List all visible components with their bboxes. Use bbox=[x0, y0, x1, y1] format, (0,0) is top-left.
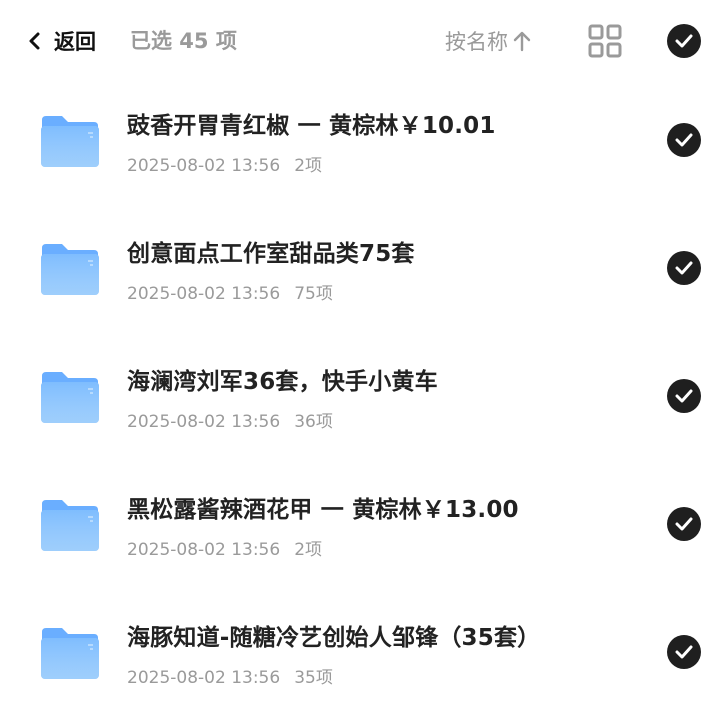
folder-name: 海澜湾刘军36套，快手小黄车 bbox=[127, 369, 438, 395]
back-button[interactable]: 返回 bbox=[28, 24, 96, 58]
folder-row[interactable]: 创意面点工作室甜品类75套 2025-08-02 13:56 75项 bbox=[0, 210, 712, 338]
folder-meta: 2025-08-02 13:56 2项 bbox=[127, 151, 322, 176]
checkmark-icon bbox=[675, 645, 693, 659]
folder-item-count: 35项 bbox=[294, 668, 333, 688]
folder-row[interactable]: 海澜湾刘军36套，快手小黄车 2025-08-02 13:56 36项 bbox=[0, 338, 712, 466]
row-select-check[interactable] bbox=[667, 251, 701, 285]
folder-name: 海豚知道-随糖冷艺创始人邹锋（35套） bbox=[127, 625, 541, 651]
folder-name: 黑松露酱辣酒花甲 一 黄棕林￥13.00 bbox=[127, 497, 519, 523]
folder-date: 2025-08-02 13:56 bbox=[127, 156, 281, 176]
chevron-left-icon bbox=[29, 32, 40, 50]
checkmark-icon bbox=[675, 517, 693, 531]
row-select-check[interactable] bbox=[667, 123, 701, 157]
folder-icon bbox=[41, 116, 99, 167]
folder-icon bbox=[41, 628, 99, 679]
folder-row[interactable]: 黑松露酱辣酒花甲 一 黄棕林￥13.00 2025-08-02 13:56 2项 bbox=[0, 466, 712, 594]
checkmark-icon bbox=[675, 389, 693, 403]
selected-count: 已选 45 项 bbox=[130, 29, 237, 53]
sort-by-name-button[interactable]: 按名称 bbox=[445, 24, 532, 58]
folder-meta: 2025-08-02 13:56 35项 bbox=[127, 663, 333, 688]
folder-item-count: 36项 bbox=[294, 412, 333, 432]
folder-date: 2025-08-02 13:56 bbox=[127, 412, 281, 432]
folder-name: 创意面点工作室甜品类75套 bbox=[127, 241, 415, 267]
folder-row[interactable]: 海豚知道-随糖冷艺创始人邹锋（35套） 2025-08-02 13:56 35项 bbox=[0, 594, 712, 722]
folder-row[interactable]: 豉香开胃青红椒 一 黄棕林￥10.01 2025-08-02 13:56 2项 bbox=[0, 82, 712, 210]
folder-icon bbox=[41, 500, 99, 551]
folder-date: 2025-08-02 13:56 bbox=[127, 284, 281, 304]
folder-meta: 2025-08-02 13:56 2项 bbox=[127, 535, 322, 560]
folder-meta: 2025-08-02 13:56 36项 bbox=[127, 407, 333, 432]
folder-meta: 2025-08-02 13:56 75项 bbox=[127, 279, 333, 304]
row-select-check[interactable] bbox=[667, 507, 701, 541]
folder-item-count: 2项 bbox=[294, 156, 323, 176]
folder-date: 2025-08-02 13:56 bbox=[127, 540, 281, 560]
folder-item-count: 75项 bbox=[294, 284, 333, 304]
top-bar: 返回 已选 45 项 按名称 bbox=[0, 0, 712, 82]
checkmark-icon bbox=[675, 261, 693, 275]
checkmark-icon bbox=[675, 34, 693, 48]
select-all-check[interactable] bbox=[667, 24, 701, 58]
checkmark-icon bbox=[675, 133, 693, 147]
folder-item-count: 2项 bbox=[294, 540, 323, 560]
folder-icon bbox=[41, 244, 99, 295]
folder-date: 2025-08-02 13:56 bbox=[127, 668, 281, 688]
folder-icon bbox=[41, 372, 99, 423]
folder-name: 豉香开胃青红椒 一 黄棕林￥10.01 bbox=[127, 113, 496, 139]
grid-view-icon[interactable] bbox=[588, 24, 622, 58]
row-select-check[interactable] bbox=[667, 379, 701, 413]
arrow-up-icon bbox=[513, 31, 531, 52]
back-label: 返回 bbox=[54, 30, 96, 54]
row-select-check[interactable] bbox=[667, 635, 701, 669]
sort-label: 按名称 bbox=[445, 30, 508, 54]
